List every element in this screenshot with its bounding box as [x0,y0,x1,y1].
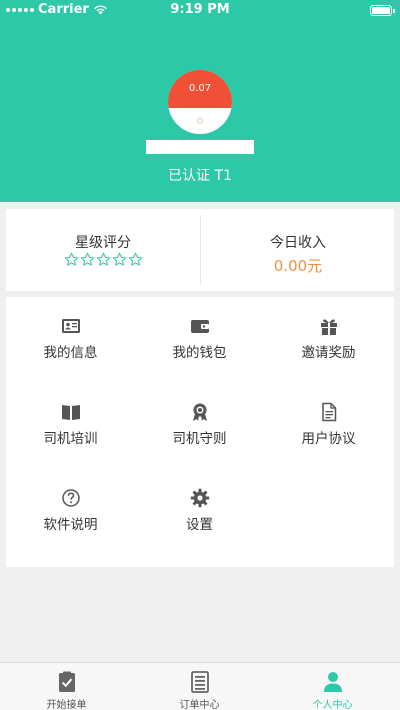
star-icon [128,252,142,266]
menu-label: 设置 [186,517,213,533]
star-icon [96,252,110,266]
menu-item-rules[interactable]: 司机守则 [135,383,264,469]
profile-header: Carrier 9:19 PM 0.07 已认证 T1 [0,0,400,202]
menu-label: 司机培训 [43,431,98,447]
tab-label: 开始接单 [46,700,87,710]
avatar-value: 0.07 [188,83,212,94]
menu-label: 司机守则 [172,431,227,447]
id-card-icon [61,319,80,333]
menu-grid: 我的信息 我的钱包 邀请奖励 司机培训 司机守则 用户协议 软件说明 设置 [6,297,394,567]
gift-icon [320,319,337,335]
rating-label: 星级评分 [75,235,131,251]
menu-label: 用户协议 [301,431,356,447]
income-label: 今日收入 [270,235,326,251]
list-icon [190,671,209,693]
tab-personal-center[interactable]: 个人中心 [266,663,399,710]
user-name [146,140,254,154]
rating-stars [6,252,200,267]
menu-item-training[interactable]: 司机培训 [6,383,135,469]
tab-start-orders[interactable]: 开始接单 [0,663,133,710]
help-icon [61,489,80,507]
star-icon [64,252,78,266]
menu-label: 邀请奖励 [301,345,356,361]
menu-item-settings[interactable]: 设置 [135,469,264,555]
document-icon [321,402,336,422]
menu-label: 我的信息 [43,345,98,361]
menu-label: 软件说明 [43,517,98,533]
avatar-mark-icon [197,118,203,124]
tab-label: 订单中心 [179,700,220,710]
person-icon [323,672,342,692]
income-section[interactable]: 今日收入 0.00元 [201,209,395,291]
menu-label: 我的钱包 [172,345,227,361]
book-icon [61,405,80,420]
stats-card: 星级评分 今日收入 0.00元 [6,209,394,291]
rating-section[interactable]: 星级评分 [6,209,200,291]
menu-item-invite[interactable]: 邀请奖励 [264,297,393,383]
verification-status: 已认证 T1 [168,168,232,184]
menu-item-agreement[interactable]: 用户协议 [264,383,393,469]
status-time: 9:19 PM [170,2,230,17]
gear-icon [190,488,209,508]
star-icon [112,252,126,266]
menu-item-wallet[interactable]: 我的钱包 [135,297,264,383]
tab-bar: 开始接单 订单中心 个人中心 [0,662,400,710]
avatar[interactable]: 0.07 [168,70,232,134]
status-bar: Carrier 9:19 PM [0,0,400,20]
tab-label: 个人中心 [312,700,353,710]
battery-icon [370,5,395,16]
wallet-icon [190,320,209,333]
tab-order-center[interactable]: 订单中心 [133,663,266,710]
income-value: 0.00元 [273,257,323,275]
star-icon [80,252,94,266]
award-icon [192,403,207,421]
checklist-icon [58,671,75,692]
menu-item-my-info[interactable]: 我的信息 [6,297,135,383]
menu-item-software-info[interactable]: 软件说明 [6,469,135,555]
